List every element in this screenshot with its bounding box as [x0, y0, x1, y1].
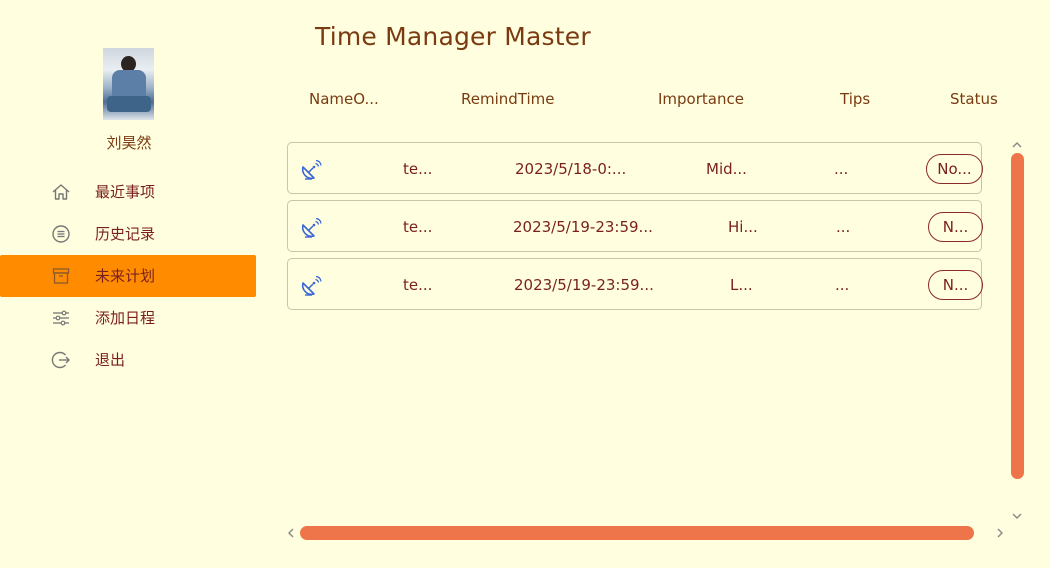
column-header-tips[interactable]: Tips: [840, 90, 870, 108]
column-header-status[interactable]: Status: [950, 90, 998, 108]
sliders-icon: [53, 310, 69, 326]
nav-item-label: 退出: [95, 351, 126, 369]
avatar[interactable]: [103, 48, 154, 120]
list-circle-icon: [52, 225, 70, 243]
table-row[interactable]: te... 2023/5/19-23:59... L... ... N...: [287, 258, 983, 310]
cell-tips: ...: [835, 276, 850, 294]
cell-tips: ...: [836, 218, 851, 236]
status-button[interactable]: No...: [926, 154, 983, 184]
cell-remind-time: 2023/5/18-0:...: [515, 160, 627, 178]
nav-item-label: 添加日程: [95, 309, 156, 327]
cell-importance: Mid...: [706, 160, 747, 178]
cell-name: te...: [403, 160, 433, 178]
home-icon: [52, 184, 70, 200]
scroll-left-arrow-icon[interactable]: [284, 526, 298, 540]
satellite-dish-icon: [301, 159, 322, 180]
nav-item-recent[interactable]: 最近事项: [0, 171, 256, 213]
logout-icon: [51, 351, 70, 369]
column-header-remind-time[interactable]: RemindTime: [461, 90, 555, 108]
nav-item-add-schedule[interactable]: 添加日程: [0, 297, 256, 339]
table-row[interactable]: te... 2023/5/19-23:59... Hi... ... N...: [287, 200, 983, 252]
scroll-down-arrow-icon[interactable]: [1010, 509, 1024, 523]
user-name: 刘昊然: [106, 134, 152, 152]
table-row[interactable]: te... 2023/5/18-0:... Mid... ... No...: [287, 142, 983, 194]
nav-item-logout[interactable]: 退出: [0, 339, 256, 381]
nav-item-future-plans[interactable]: 未来计划: [0, 255, 256, 297]
cell-tips: ...: [834, 160, 849, 178]
cell-remind-time: 2023/5/19-23:59...: [514, 276, 654, 294]
cell-name: te...: [403, 218, 433, 236]
scroll-up-arrow-icon[interactable]: [1010, 138, 1024, 152]
cell-importance: L...: [730, 276, 753, 294]
nav-item-label: 最近事项: [95, 183, 156, 201]
satellite-dish-icon: [301, 275, 322, 296]
status-button[interactable]: N...: [928, 270, 983, 300]
horizontal-scrollbar-thumb[interactable]: [300, 526, 974, 540]
scroll-right-arrow-icon[interactable]: [993, 526, 1007, 540]
vertical-scrollbar-thumb[interactable]: [1011, 153, 1024, 479]
column-header-name[interactable]: NameO...: [309, 90, 379, 108]
archive-icon: [52, 268, 70, 284]
app-title: Time Manager Master: [315, 22, 591, 51]
nav-item-label: 历史记录: [95, 225, 156, 243]
cell-importance: Hi...: [728, 218, 758, 236]
nav-item-label: 未来计划: [95, 267, 156, 285]
cell-name: te...: [403, 276, 433, 294]
nav-item-history[interactable]: 历史记录: [0, 213, 256, 255]
sidebar: 刘昊然 最近事项 历史记录 未来计划 添加日程 退出: [0, 0, 260, 568]
column-header-importance[interactable]: Importance: [658, 90, 744, 108]
satellite-dish-icon: [301, 217, 322, 238]
cell-remind-time: 2023/5/19-23:59...: [513, 218, 653, 236]
status-button[interactable]: N...: [928, 212, 983, 242]
